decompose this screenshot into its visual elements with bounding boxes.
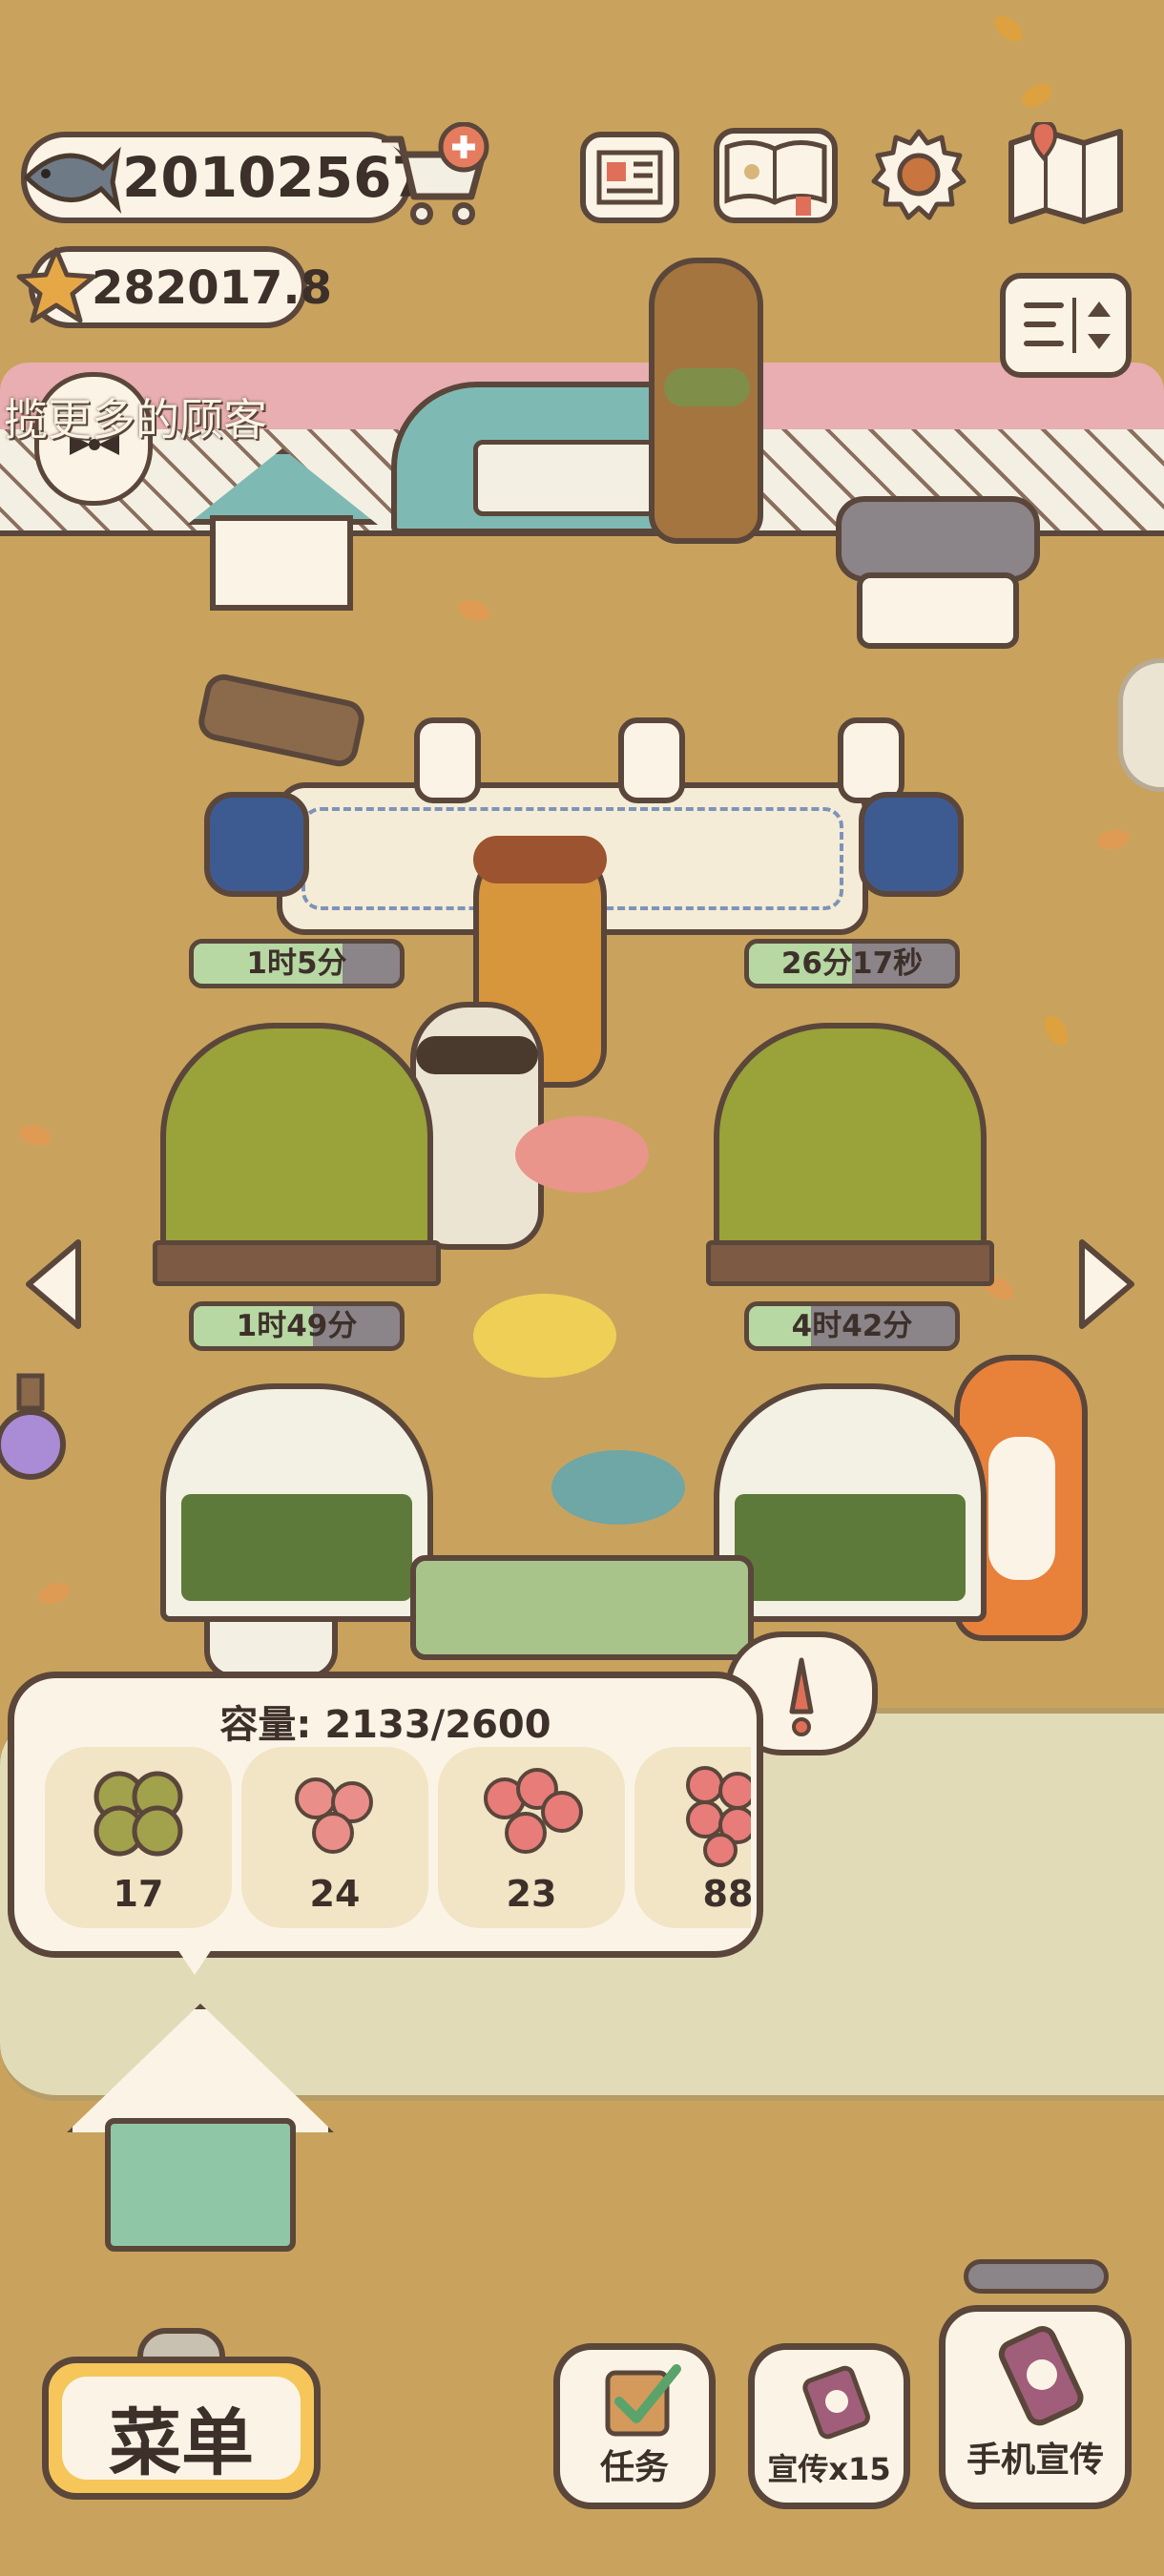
green-counter xyxy=(410,1555,754,1660)
item-count: 17 xyxy=(113,1873,164,1915)
clover-icon xyxy=(94,1771,183,1857)
pink-grass-tuft xyxy=(515,1116,649,1193)
pink-flower-cluster-icon xyxy=(686,1766,751,1867)
greenhouse-tl[interactable] xyxy=(160,1023,433,1257)
leaf-decoration xyxy=(455,595,493,626)
newspaper-icon xyxy=(596,150,663,205)
sort-toggle-button[interactable] xyxy=(1000,273,1132,378)
leaf-decoration xyxy=(1039,1011,1073,1049)
greenhouse-base xyxy=(153,1240,441,1286)
greenhouse-ml[interactable] xyxy=(160,1383,433,1622)
jar xyxy=(414,717,481,803)
yellow-grass-tuft xyxy=(473,1294,616,1378)
promote-button[interactable]: 宣传x15 xyxy=(748,2343,910,2509)
tasks-button[interactable]: 任务 xyxy=(553,2343,716,2509)
tasks-label: 任务 xyxy=(599,2448,669,2487)
side-peek-button[interactable] xyxy=(1118,658,1164,792)
storage-item[interactable]: 88 xyxy=(634,1747,751,1928)
leaf-decoration xyxy=(16,1121,54,1150)
storage-item[interactable]: 17 xyxy=(45,1747,232,1928)
greenhouse-timer-mr: 4时42分 xyxy=(744,1301,960,1351)
next-page-button[interactable] xyxy=(1072,1236,1139,1332)
storage-item[interactable]: 24 xyxy=(241,1747,428,1928)
checklist-icon xyxy=(605,2364,681,2437)
gear-icon xyxy=(871,129,967,220)
hint-text: 揽更多的顾客 xyxy=(4,394,267,446)
item-count: 24 xyxy=(309,1873,361,1915)
item-count: 88 xyxy=(702,1873,751,1915)
storage-items: 17 24 23 88 xyxy=(45,1747,751,1938)
birdhouse xyxy=(187,448,378,611)
phone-icon xyxy=(998,2326,1084,2426)
phone-promote-label: 手机宣传 xyxy=(966,2441,1104,2480)
arrow-left-icon xyxy=(26,1239,81,1329)
flyer-icon xyxy=(802,2365,870,2440)
fish-icon xyxy=(23,146,122,215)
phone-promote-button[interactable]: 手机宣传 xyxy=(939,2305,1132,2509)
map-button[interactable] xyxy=(1004,119,1128,229)
star-icon xyxy=(16,247,96,323)
star-currency: 282017.8 xyxy=(16,246,332,328)
sort-icon xyxy=(1024,298,1111,353)
jar xyxy=(838,717,904,803)
promote-label: 宣传x15 xyxy=(767,2451,891,2487)
greenhouse-base xyxy=(706,1240,994,1286)
storage-popup: 容量: 2133/2600 17 24 23 88 xyxy=(8,1672,763,1958)
greenhouse-timer-tr: 26分17秒 xyxy=(744,939,960,988)
leaf-decoration xyxy=(35,1578,73,1609)
leaf-decoration xyxy=(1095,827,1132,852)
pink-flower-bunch-icon xyxy=(484,1768,583,1854)
telescope xyxy=(195,671,368,770)
bbq-grill xyxy=(828,477,1048,658)
leaf-decoration xyxy=(1018,78,1056,113)
menu-label: 菜单 xyxy=(109,2400,254,2485)
arrow-right-icon xyxy=(1079,1239,1134,1329)
item-count: 23 xyxy=(506,1873,557,1915)
paw-book-icon xyxy=(724,140,827,216)
greenhouse-tr[interactable] xyxy=(714,1023,987,1257)
chair xyxy=(859,792,964,897)
exclamation-icon xyxy=(789,1657,814,1736)
potion-bottle[interactable] xyxy=(0,1370,71,1485)
menu-button[interactable]: 菜单 xyxy=(42,2328,321,2500)
blue-grass-tuft xyxy=(551,1450,685,1525)
map-icon xyxy=(1008,119,1123,224)
snow-cabin xyxy=(67,2004,334,2261)
capacity-label: 容量: 2133/2600 xyxy=(219,1703,551,1747)
settings-button[interactable] xyxy=(868,124,969,225)
shop-cart-button[interactable] xyxy=(374,121,498,229)
greenhouse-timer-tl: 1时5分 xyxy=(189,939,405,988)
fish-currency: 20102567 xyxy=(21,132,430,223)
pink-flower-icon xyxy=(295,1777,373,1854)
dog-character xyxy=(649,258,763,544)
catalog-book-button[interactable] xyxy=(714,128,838,223)
greenhouse-mr[interactable] xyxy=(714,1383,987,1622)
promo-progress-bar xyxy=(964,2259,1109,2294)
storage-item[interactable]: 23 xyxy=(438,1747,625,1928)
jar xyxy=(618,717,685,803)
shopping-cart-icon xyxy=(382,121,489,225)
star-amount: 282017.8 xyxy=(92,261,333,315)
potion-icon xyxy=(0,1373,66,1480)
newspaper-button[interactable] xyxy=(580,132,679,223)
greenhouse-timer-ml: 1时49分 xyxy=(189,1301,405,1351)
prev-page-button[interactable] xyxy=(21,1236,88,1332)
chair xyxy=(204,792,309,897)
leaf-decoration xyxy=(989,10,1028,47)
